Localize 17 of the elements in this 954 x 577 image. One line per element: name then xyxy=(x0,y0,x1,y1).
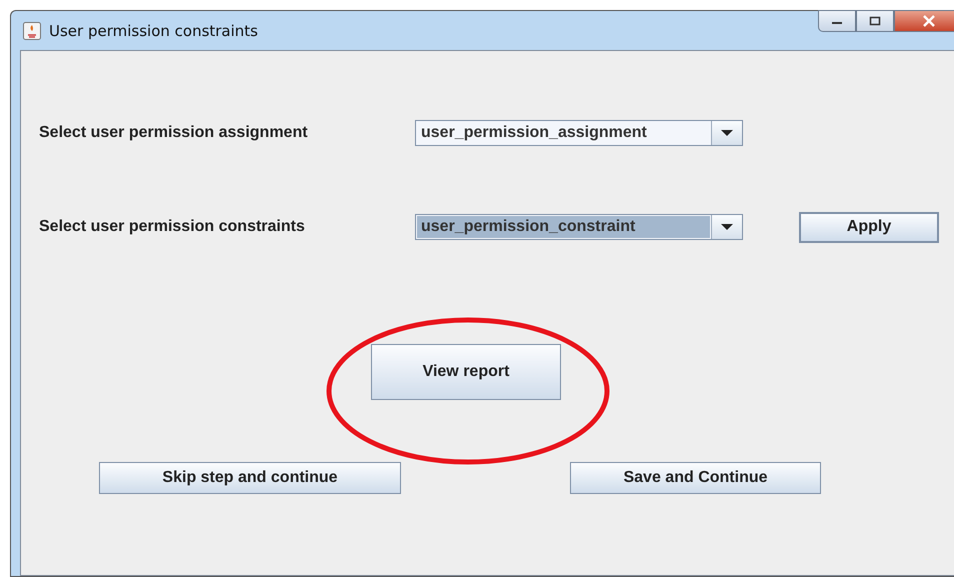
caret-icon xyxy=(720,129,734,137)
dropdown[interactable]: user_permission_constraint xyxy=(415,214,743,240)
maximize-button[interactable] xyxy=(856,10,894,32)
field-label: Select user permission constraints xyxy=(39,218,306,236)
skip-button[interactable]: Skip step and continue xyxy=(99,462,401,494)
view-report-button[interactable]: View report xyxy=(371,344,561,400)
apply-button[interactable]: Apply xyxy=(799,212,939,242)
close-icon xyxy=(922,15,936,27)
dropdown[interactable]: user_permission_assignment xyxy=(415,120,743,146)
app-icon xyxy=(23,22,41,40)
caret-icon xyxy=(720,223,734,231)
maximize-icon xyxy=(869,16,881,26)
minimize-button[interactable] xyxy=(818,10,856,32)
window-title: User permission constraints xyxy=(49,22,258,40)
save-button[interactable]: Save and Continue xyxy=(570,462,821,494)
close-button[interactable] xyxy=(894,10,954,32)
field-label: Select user permission assignment xyxy=(39,124,309,142)
